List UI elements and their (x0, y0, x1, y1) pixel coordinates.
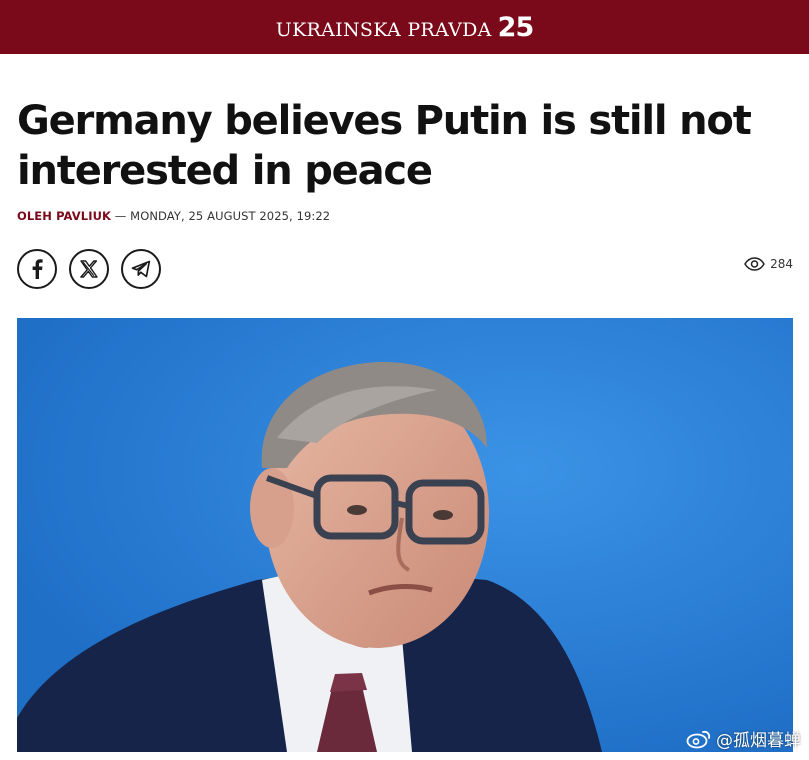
article-byline: OLEH PAVLIUK — MONDAY, 25 AUGUST 2025, 1… (17, 209, 330, 223)
weibo-icon (686, 730, 711, 748)
eye-icon (744, 257, 765, 271)
share-facebook-button[interactable] (17, 249, 57, 289)
view-counter: 284 (744, 257, 793, 271)
share-x-button[interactable] (69, 249, 109, 289)
watermark-text: @孤烟暮蝉 (716, 731, 801, 751)
article-main-photo (17, 318, 793, 752)
weibo-watermark: @孤烟暮蝉 (686, 726, 801, 751)
site-header: UKRAINSKA PRAVDA 25 (0, 0, 809, 54)
author-link[interactable]: OLEH PAVLIUK (17, 209, 111, 223)
article-headline: Germany believes Putin is still not inte… (17, 98, 752, 194)
view-count: 284 (770, 257, 793, 271)
share-telegram-button[interactable] (121, 249, 161, 289)
brand-name: UKRAINSKA PRAVDA (275, 18, 492, 41)
facebook-icon (32, 259, 43, 279)
speaker-portrait-illustration (17, 318, 793, 752)
byline-separator: — (111, 209, 131, 223)
publish-date: MONDAY, 25 AUGUST 2025, 19:22 (130, 209, 331, 223)
x-icon (80, 260, 98, 278)
share-buttons (17, 249, 161, 289)
brand-anniversary-number: 25 (497, 11, 535, 43)
telegram-icon (131, 260, 151, 278)
site-logo[interactable]: UKRAINSKA PRAVDA 25 (275, 11, 535, 43)
